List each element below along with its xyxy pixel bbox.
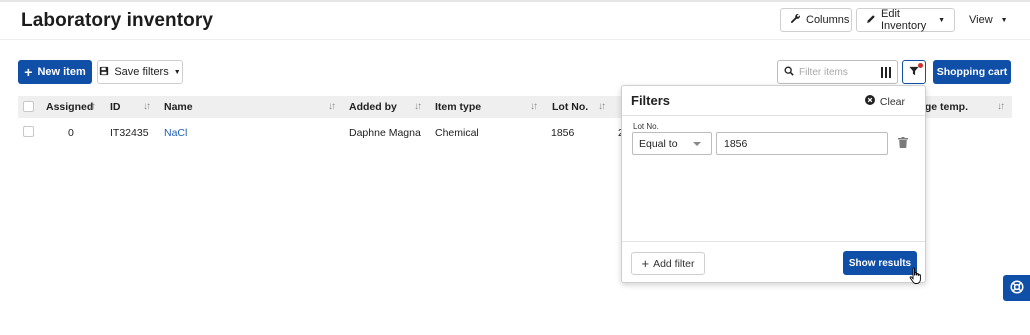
save-filters-button[interactable]: Save filters ▼ [97,60,183,84]
sort-icon[interactable]: ↓↑ [88,101,96,112]
filter-value: 1856 [724,137,748,150]
column-header-name[interactable]: Name [164,96,193,118]
filters-panel: Filters Clear Lot No. Equal to 1856 + Ad… [621,85,926,283]
filters-panel-header: Filters Clear [622,86,925,116]
new-item-button[interactable]: + New item [18,60,92,84]
top-border [0,0,1030,2]
filter-operator-select[interactable]: Equal to [632,132,712,155]
page-title: Laboratory inventory [21,10,214,31]
lifebuoy-icon [1009,279,1024,297]
support-lifebuoy-button[interactable] [1003,275,1030,301]
clear-filters-button[interactable]: Clear [864,95,905,108]
select-all-checkbox[interactable] [23,101,34,112]
add-filter-button[interactable]: + Add filter [631,252,705,275]
pencil-icon [866,14,876,27]
chevron-down-icon [693,142,701,146]
wrench-icon [790,13,801,27]
cell-id: IT32435 [110,127,149,139]
add-filter-label: Add filter [653,257,695,270]
hand-cursor-icon [909,267,923,288]
edit-inventory-label: Edit Inventory [881,8,927,32]
column-toggle-icon[interactable] [881,67,891,81]
filter-field-label: Lot No. [633,122,659,131]
filter-toggle-button[interactable] [902,60,926,84]
sort-icon[interactable]: ↓↑ [328,101,336,112]
item-name-link[interactable]: NaCl [164,127,187,139]
shopping-cart-label: Shopping cart [936,66,1008,78]
filters-panel-footer-divider [622,241,925,242]
trash-icon[interactable] [898,137,908,151]
sort-icon[interactable]: ↓↑ [530,101,538,112]
sort-icon[interactable]: ↓↑ [598,101,606,112]
row-select-checkbox[interactable] [23,126,34,137]
columns-label: Columns [806,14,850,26]
column-header-item-type[interactable]: Item type [435,96,481,118]
active-filter-indicator [918,63,923,68]
caret-down-icon: ▼ [938,16,945,24]
filters-title: Filters [631,93,671,108]
cell-added-by: Daphne Magna [349,127,421,139]
edit-inventory-button[interactable]: Edit Inventory ▼ [856,8,955,32]
column-header-added-by[interactable]: Added by [349,96,397,118]
header-divider [0,39,1030,40]
sort-icon[interactable]: ↓↑ [143,101,151,112]
cell-assigned: 0 [68,127,74,139]
funnel-icon [909,66,919,79]
filter-value-input[interactable]: 1856 [716,132,888,155]
cell-item-type: Chemical [435,127,479,139]
view-label: View [969,14,993,26]
clear-label: Clear [879,95,905,108]
save-filters-label: Save filters [114,66,169,78]
column-header-id[interactable]: ID [110,96,121,118]
caret-down-icon: ▼ [1000,16,1008,24]
caret-down-icon: ▼ [173,68,181,76]
filter-items-input[interactable] [799,66,871,78]
show-results-button[interactable]: Show results [843,251,917,275]
column-header-assigned[interactable]: Assigned [46,96,93,118]
search-icon [784,66,794,79]
close-circle-icon [864,95,875,108]
sort-icon[interactable]: ↓↑ [414,101,422,112]
plus-icon: + [24,64,33,80]
sort-icon[interactable]: ↓↑ [997,101,1005,112]
plus-icon: + [641,256,650,271]
new-item-label: New item [37,66,86,78]
filter-items-search[interactable] [777,60,898,84]
floppy-disk-icon [99,66,109,79]
columns-button[interactable]: Columns [780,8,852,32]
view-dropdown[interactable]: View ▼ [969,8,1008,32]
show-results-label: Show results [848,257,912,269]
column-header-lot-no[interactable]: Lot No. [552,96,588,118]
cell-lot-no: 1856 [551,127,575,139]
shopping-cart-button[interactable]: Shopping cart [933,60,1011,84]
operator-value: Equal to [639,137,678,150]
